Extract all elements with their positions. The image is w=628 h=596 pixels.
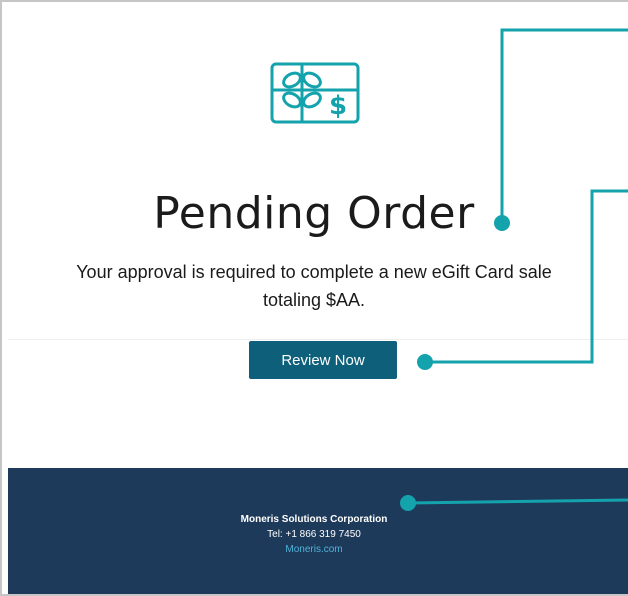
footer-phone: Tel: +1 866 319 7450: [267, 529, 361, 540]
review-now-button[interactable]: Review Now: [249, 341, 397, 379]
gift-card-icon: $: [270, 62, 360, 124]
svg-text:$: $: [329, 91, 347, 121]
footer-company-name: Moneris Solutions Corporation: [240, 514, 388, 525]
page-title: Pending Order: [153, 188, 475, 239]
approval-message: Your approval is required to complete a …: [76, 262, 552, 310]
divider: [8, 339, 628, 340]
footer-website-link[interactable]: Moneris.com: [0, 544, 628, 555]
